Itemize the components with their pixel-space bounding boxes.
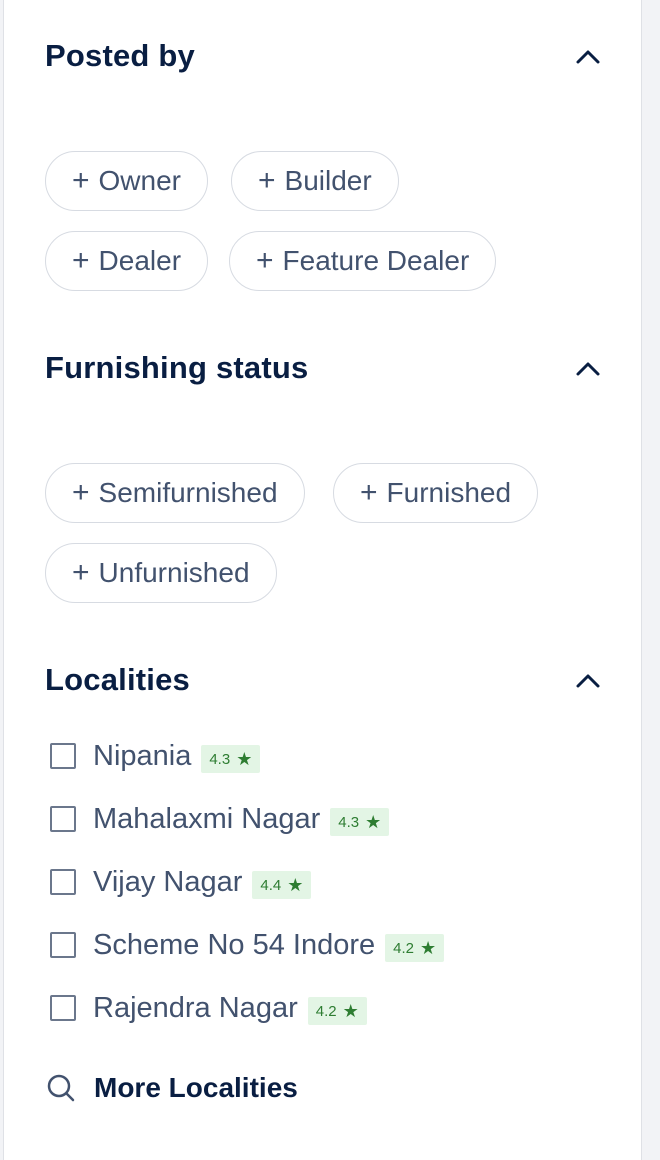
furnishing-header[interactable]: Furnishing status: [45, 348, 605, 388]
plus-icon: +: [72, 556, 90, 589]
rating-value: 4.4: [260, 876, 282, 894]
more-localities-button[interactable]: More Localities: [46, 1068, 298, 1108]
rating-badge: 4.2 ★: [385, 934, 445, 962]
section-title: Furnishing status: [45, 350, 309, 385]
posted-by-section: Posted by + Owner + Builder + Dealer + Featu…: [45, 36, 605, 291]
plus-icon: +: [72, 476, 90, 509]
chip-label: Furnished: [386, 477, 512, 508]
more-localities-label: More Localities: [94, 1072, 298, 1103]
locality-checkbox[interactable]: [50, 995, 76, 1021]
locality-checkbox[interactable]: [50, 806, 76, 832]
locality-name: Rajendra Nagar: [93, 991, 298, 1024]
localities-section: Localities: [45, 660, 605, 700]
chip-unfurnished[interactable]: + Unfurnished: [45, 543, 277, 603]
rating-badge: 4.3 ★: [330, 808, 390, 836]
plus-icon: +: [256, 244, 274, 277]
chip-feature-dealer[interactable]: + Feature Dealer: [229, 231, 497, 291]
star-icon: ★: [419, 937, 437, 958]
rating-value: 4.3: [338, 813, 360, 831]
locality-name: Nipania: [93, 739, 192, 772]
chip-label: Unfurnished: [98, 557, 250, 588]
locality-checkbox[interactable]: [50, 932, 76, 958]
chip-label: Builder: [284, 165, 372, 196]
chip-label: Owner: [98, 165, 181, 196]
search-icon: [47, 1074, 75, 1102]
chip-semifurnished[interactable]: + Semifurnished: [45, 463, 305, 523]
star-icon: ★: [365, 811, 382, 832]
section-title: Posted by: [45, 38, 195, 73]
rating-value: 4.2: [315, 1002, 337, 1020]
chip-builder[interactable]: + Builder: [231, 151, 399, 211]
plus-icon: +: [72, 164, 90, 197]
chip-furnished[interactable]: + Furnished: [333, 463, 539, 523]
chip-label: Dealer: [98, 245, 182, 276]
chevron-up-icon: [576, 50, 600, 64]
plus-icon: +: [258, 164, 276, 197]
star-icon: ★: [342, 1000, 359, 1021]
locality-name: Mahalaxmi Nagar: [93, 802, 321, 835]
locality-option[interactable]: Scheme No 54 Indore 4.2 ★: [50, 925, 445, 965]
rating-badge: 4.4 ★: [252, 871, 312, 899]
locality-checkbox[interactable]: [50, 869, 76, 895]
rating-value: 4.3: [209, 750, 231, 768]
locality-checkbox[interactable]: [50, 743, 76, 769]
chevron-up-icon: [576, 362, 600, 376]
star-icon: ★: [236, 748, 253, 769]
rating-badge: 4.3 ★: [201, 745, 261, 773]
localities-header[interactable]: Localities: [45, 660, 605, 700]
plus-icon: +: [72, 244, 90, 277]
locality-option[interactable]: Mahalaxmi Nagar 4.3 ★: [50, 799, 390, 839]
locality-option[interactable]: Rajendra Nagar 4.2 ★: [50, 988, 367, 1028]
locality-option[interactable]: Vijay Nagar 4.4 ★: [50, 862, 312, 902]
rating-value: 4.2: [393, 939, 414, 957]
collapse-localities-button[interactable]: [571, 664, 605, 698]
chip-label: Semifurnished: [98, 477, 278, 508]
collapse-furnishing-button[interactable]: [571, 352, 605, 386]
filter-panel: Posted by + Owner + Builder + Dealer + Featu…: [3, 0, 642, 1160]
chip-owner[interactable]: + Owner: [45, 151, 208, 211]
section-title: Localities: [45, 662, 190, 697]
plus-icon: +: [360, 476, 378, 509]
chip-dealer[interactable]: + Dealer: [45, 231, 209, 291]
chip-label: Feature Dealer: [282, 245, 470, 276]
furnishing-section: Furnishing status + Semifurnished + Furnis…: [45, 348, 605, 603]
star-icon: ★: [287, 874, 304, 895]
locality-option[interactable]: Nipania 4.3 ★: [50, 736, 261, 776]
collapse-posted-by-button[interactable]: [571, 40, 605, 74]
locality-name: Scheme No 54 Indore: [93, 928, 376, 961]
rating-badge: 4.2 ★: [307, 997, 367, 1025]
locality-name: Vijay Nagar: [93, 865, 243, 898]
posted-by-header[interactable]: Posted by: [45, 36, 605, 76]
chevron-up-icon: [576, 674, 600, 688]
